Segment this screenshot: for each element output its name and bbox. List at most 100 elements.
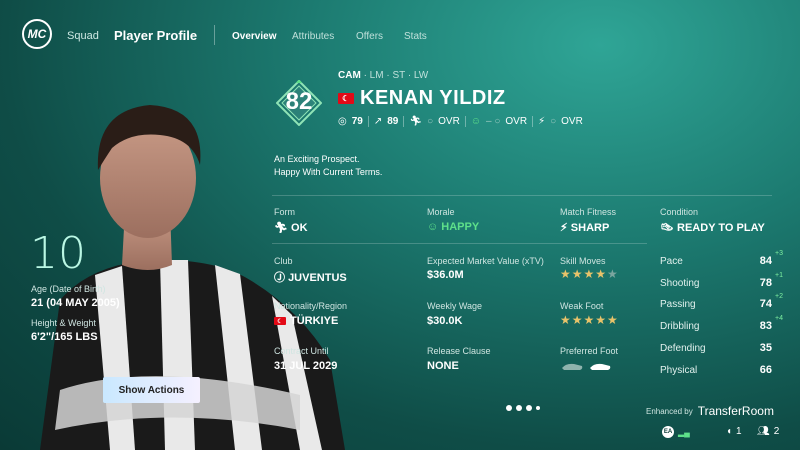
contract-label: Contract Until: [274, 346, 329, 356]
age-label: Age (Date of Birth): [31, 284, 106, 294]
show-actions-button[interactable]: Show Actions: [103, 377, 200, 403]
smile-icon: ☺: [427, 221, 439, 233]
app-logo: MC: [22, 19, 52, 49]
runner-icon: 🏃︎: [274, 222, 288, 234]
enhanced-by-label: Enhanced by: [646, 406, 693, 416]
attr-value: 74: [759, 298, 772, 310]
page-dot[interactable]: [516, 405, 522, 411]
attr-delta: +3: [775, 250, 783, 257]
height-weight-value: 6'2"/165 LBS: [31, 331, 98, 343]
condition-value: 👟︎ READY TO PLAY: [660, 222, 765, 234]
boot-icon: 👟︎: [660, 222, 674, 234]
morale-value: ☺ HAPPY: [427, 221, 480, 233]
nav-divider: [214, 25, 215, 45]
market-value: $36.0M: [427, 269, 464, 281]
ovr-circle-icon: ○: [550, 116, 557, 127]
skill-moves-label: Skill Moves: [560, 256, 606, 266]
target-icon: ◎: [338, 116, 347, 127]
page-dot[interactable]: [526, 405, 532, 411]
page-title: Player Profile: [114, 28, 198, 43]
enhanced-by: Enhanced by TransferRoom: [646, 404, 774, 418]
notifications[interactable]: ◖ 1: [726, 426, 742, 437]
morale-label: Morale: [427, 207, 455, 217]
market-value-label: Expected Market Value (xTV): [427, 256, 544, 266]
attr-name: Dribbling: [660, 321, 700, 332]
skill-moves-stars: ★★★★★: [560, 267, 619, 281]
player-description: An Exciting Prospect. Happy With Current…: [274, 153, 382, 179]
attr-delta: +2: [775, 293, 783, 300]
positions: CAM · LM · ST · LW: [338, 70, 428, 81]
player-name: KENAN YILDIZ: [360, 87, 506, 109]
potential-b: 89: [387, 116, 399, 127]
attr-name: Defending: [660, 343, 706, 354]
attr-value: 83: [759, 320, 772, 332]
attr-value: 35: [759, 342, 772, 354]
nationality-value: ☾ TÜRKIYE: [274, 315, 338, 327]
page-indicator[interactable]: [506, 405, 540, 411]
nationality-label: Nationality/Region: [274, 301, 348, 311]
potential-a: 79: [351, 116, 363, 127]
preferred-foot-icon: [562, 363, 611, 370]
club-value: Ⓙ JUVENTUS: [274, 272, 347, 284]
smile-icon: ☺: [470, 116, 482, 127]
jersey-number: 10: [30, 228, 86, 279]
attr-delta: +4: [775, 315, 783, 322]
condition-label: Condition: [660, 207, 699, 217]
friends[interactable]: 👥︎ 2: [757, 426, 779, 437]
tab-overview[interactable]: Overview: [232, 31, 276, 42]
divider: [272, 243, 647, 244]
wage-label: Weekly Wage: [427, 301, 483, 311]
bolt-icon: ⚡︎: [538, 116, 546, 127]
users-icon: 👥︎: [757, 426, 770, 437]
fitness-label: Match Fitness: [560, 207, 617, 217]
alt-positions: · LM · ST · LW: [363, 70, 429, 81]
height-weight-label: Height & Weight: [31, 318, 96, 328]
page-dot[interactable]: [536, 406, 540, 410]
attr-name: Shooting: [660, 278, 700, 289]
overall-rating: 82: [285, 88, 313, 115]
turkey-flag-icon: ☾: [338, 93, 354, 104]
club-label: Club: [274, 256, 293, 266]
preferred-foot-label: Preferred Foot: [560, 346, 619, 356]
attr-value: 66: [759, 364, 772, 376]
runner-icon: 🏃︎: [409, 116, 423, 127]
age-value: 21 (04 MAY 2005): [31, 297, 120, 309]
ovr-label-3: OVR: [561, 116, 583, 127]
page-dot[interactable]: [506, 405, 512, 411]
growth-arrow-icon: ↗: [373, 116, 383, 127]
form-value: 🏃︎ OK: [274, 222, 308, 234]
wage-value: $30.0K: [427, 315, 463, 327]
friends-count: 2: [773, 426, 780, 437]
ovr-circle-icon: ○: [427, 116, 434, 127]
weak-foot-label: Weak Foot: [560, 301, 604, 311]
tab-stats[interactable]: Stats: [404, 31, 427, 42]
notification-count: 1: [736, 426, 742, 437]
attr-delta: +1: [775, 272, 783, 279]
signal-bars-icon: ▂▄: [678, 427, 690, 437]
weak-foot-stars: ★★★★★: [560, 313, 619, 327]
description-line: An Exciting Prospect.: [274, 154, 360, 164]
primary-position: CAM: [338, 70, 361, 81]
quick-stats-row: ◎ 79 ↗ 89 🏃︎ ○ OVR ☺ – ○ OVR ⚡︎ ○ OVR: [338, 116, 583, 127]
nav-squad[interactable]: Squad: [67, 30, 99, 42]
turkey-flag-icon: ☾: [274, 317, 286, 325]
fitness-value: ⚡︎ SHARP: [560, 222, 610, 234]
release-clause-label: Release Clause: [427, 346, 491, 356]
ovr-label-2: OVR: [505, 116, 528, 127]
attr-name: Physical: [660, 365, 698, 376]
ovr-circle-icon: – ○: [486, 116, 501, 127]
description-line: Happy With Current Terms.: [274, 167, 383, 177]
attr-value: 84: [759, 255, 772, 267]
contract-value: 31 JUL 2029: [274, 360, 338, 372]
tab-attributes[interactable]: Attributes: [292, 31, 334, 42]
tab-offers[interactable]: Offers: [356, 31, 383, 42]
player-name-row: ☾ KENAN YILDIZ: [338, 87, 506, 110]
speaker-icon: ◖: [726, 426, 733, 437]
form-label: Form: [274, 207, 295, 217]
divider: [272, 195, 772, 196]
bolt-icon: ⚡︎: [560, 222, 568, 234]
attr-value: 78: [759, 277, 772, 289]
ea-icon: EA: [662, 426, 674, 438]
release-clause-value: NONE: [427, 360, 459, 372]
juventus-crest-icon: Ⓙ: [274, 272, 285, 284]
